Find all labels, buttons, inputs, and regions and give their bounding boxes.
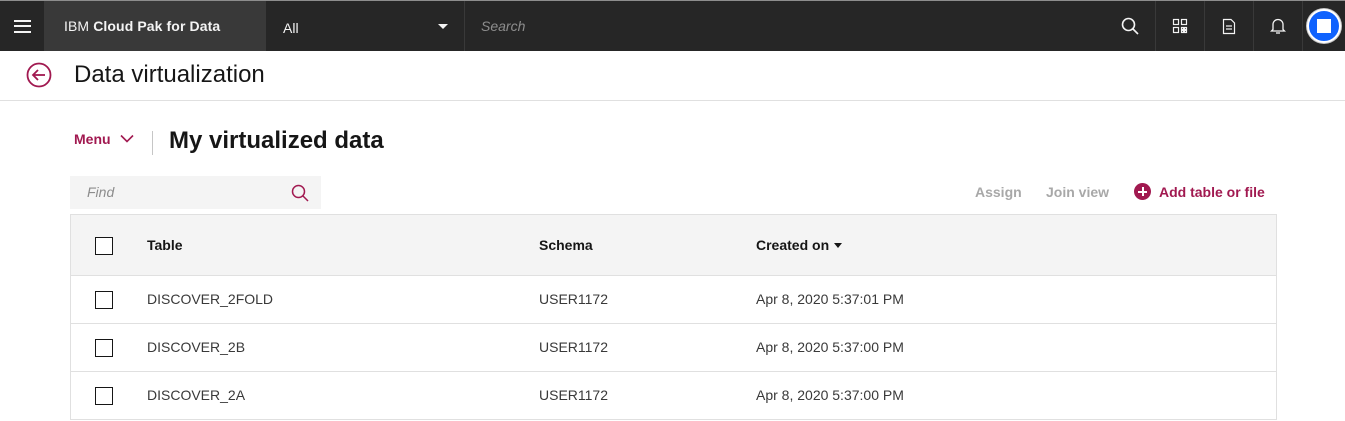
find-input[interactable] — [87, 184, 277, 200]
row-checkbox[interactable] — [95, 387, 113, 405]
user-menu[interactable] — [1302, 1, 1345, 51]
table-cell-name: DISCOVER_2FOLD — [147, 291, 274, 307]
top-header: IBM Cloud Pak for Data All — [0, 0, 1345, 51]
scope-value: All — [283, 19, 299, 36]
brand-name: Cloud Pak for Data — [93, 18, 221, 34]
menu-icon[interactable] — [0, 1, 44, 51]
row-checkbox[interactable] — [95, 291, 113, 309]
add-table-or-file-button[interactable]: Add table or file — [1134, 183, 1265, 200]
notification-icon[interactable] — [1253, 1, 1302, 51]
hamburger-bars — [13, 19, 31, 33]
table-header-row: Table Schema Created on — [71, 215, 1276, 276]
table-row[interactable]: DISCOVER_2B USER1172 Apr 8, 2020 5:37:00… — [71, 324, 1276, 372]
virtualized-data-table: Table Schema Created on DISCOVER_2FOLD U… — [70, 214, 1277, 420]
page-header: Data virtualization — [0, 51, 1345, 101]
column-header-created-on-label: Created on — [756, 237, 830, 253]
document-icon[interactable] — [1204, 1, 1253, 51]
search-icon[interactable] — [291, 184, 309, 207]
table-cell-schema: USER1172 — [539, 291, 609, 307]
table-cell-created: Apr 8, 2020 5:37:01 PM — [756, 291, 904, 307]
chevron-down-icon — [119, 130, 134, 146]
arrow-left-circle-icon[interactable] — [26, 62, 52, 88]
table-cell-created: Apr 8, 2020 5:37:00 PM — [756, 339, 904, 355]
table-cell-schema: USER1172 — [539, 387, 609, 403]
table-cell-created: Apr 8, 2020 5:37:00 PM — [756, 387, 904, 403]
add-table-or-file-label: Add table or file — [1159, 183, 1265, 200]
avatar[interactable] — [1307, 9, 1341, 43]
section-title: My virtualized data — [169, 127, 384, 154]
scope-dropdown[interactable]: All — [266, 1, 465, 51]
menu-label: Menu — [74, 131, 111, 147]
global-search — [465, 1, 1155, 51]
add-circle-icon — [1134, 183, 1151, 200]
select-all-checkbox[interactable] — [95, 237, 113, 255]
brand-prefix: IBM — [64, 18, 90, 34]
global-search-input[interactable] — [481, 18, 1081, 34]
column-header-created-on[interactable]: Created on — [756, 237, 843, 253]
find-field — [70, 176, 321, 209]
product-brand[interactable]: IBM Cloud Pak for Data — [44, 1, 266, 51]
table-cell-name: DISCOVER_2B — [147, 339, 246, 355]
table-cell-name: DISCOVER_2A — [147, 387, 246, 403]
search-icon[interactable] — [1121, 17, 1139, 40]
page-title: Data virtualization — [74, 61, 265, 88]
assign-button[interactable]: Assign — [975, 184, 1022, 200]
caret-down-icon — [438, 23, 448, 29]
table-row[interactable]: DISCOVER_2FOLD USER1172 Apr 8, 2020 5:37… — [71, 276, 1276, 324]
column-header-table[interactable]: Table — [147, 237, 183, 253]
divider — [152, 131, 153, 155]
join-view-button[interactable]: Join view — [1046, 184, 1109, 200]
table-row[interactable]: DISCOVER_2A USER1172 Apr 8, 2020 5:37:00… — [71, 372, 1276, 420]
column-header-schema[interactable]: Schema — [539, 237, 593, 253]
catalog-icon[interactable] — [1155, 1, 1204, 51]
row-checkbox[interactable] — [95, 339, 113, 357]
menu-dropdown[interactable]: Menu — [74, 131, 134, 147]
sort-descending-icon — [834, 242, 843, 248]
table-cell-schema: USER1172 — [539, 339, 609, 355]
